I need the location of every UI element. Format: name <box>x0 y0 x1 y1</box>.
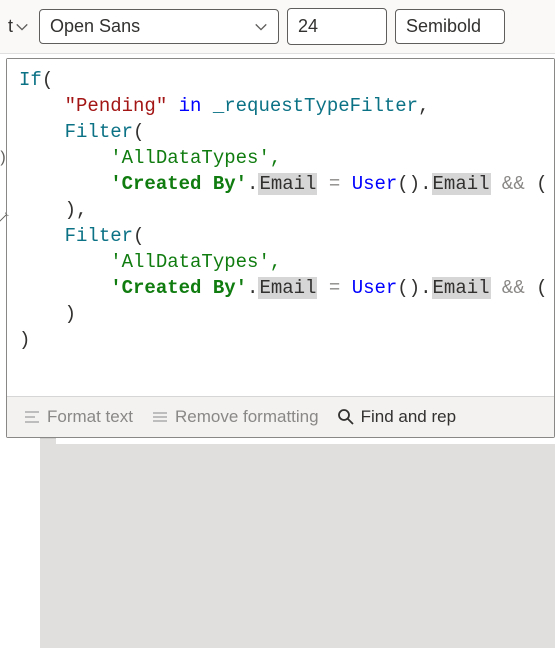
dot: . <box>420 173 431 195</box>
remove-formatting-label: Remove formatting <box>175 407 319 427</box>
operator-and: && <box>491 173 537 195</box>
comma: , <box>270 251 281 273</box>
open-paren: ( <box>133 225 144 247</box>
font-size-input[interactable] <box>287 8 387 45</box>
fn-user: User <box>352 277 398 299</box>
chevron-down-icon <box>15 20 29 34</box>
canvas-area[interactable] <box>40 438 555 648</box>
open-paren: ( <box>536 277 547 299</box>
dot: . <box>420 277 431 299</box>
string-pending: "Pending" <box>65 95 168 117</box>
operator-eq: = <box>317 277 351 299</box>
prop-email: Email <box>432 277 491 299</box>
find-replace-label: Find and rep <box>361 407 456 427</box>
open-paren: ( <box>42 69 53 91</box>
code-area[interactable]: If( "Pending" in _requestTypeFilter, Fil… <box>7 59 554 396</box>
open-paren: ( <box>133 121 144 143</box>
property-dropdown-fragment[interactable]: t <box>6 12 31 41</box>
font-weight-value: Semibold <box>406 16 481 37</box>
gutter-paren-icon: ) <box>0 128 9 188</box>
search-icon <box>337 408 355 426</box>
prop-email: Email <box>432 173 491 195</box>
remove-formatting-button[interactable]: Remove formatting <box>151 407 319 427</box>
table-alldatatypes: 'AllDataTypes' <box>110 147 270 169</box>
property-dropdown-label: t <box>8 16 13 37</box>
dot: . <box>247 277 258 299</box>
keyword-if: If <box>19 69 42 91</box>
fn-filter: Filter <box>65 121 133 143</box>
close-paren-comma: ), <box>65 199 88 221</box>
field-createdby: 'Created By' <box>110 173 247 195</box>
table-alldatatypes: 'AllDataTypes' <box>110 251 270 273</box>
format-text-button[interactable]: Format text <box>23 407 133 427</box>
operator-in: in <box>167 95 213 117</box>
prop-email: Email <box>258 173 317 195</box>
canvas-card-edge <box>56 438 555 444</box>
comma: , <box>418 95 429 117</box>
left-gutter: ) <box>0 128 9 248</box>
font-family-dropdown[interactable]: Open Sans <box>39 9 279 44</box>
find-replace-button[interactable]: Find and rep <box>337 407 456 427</box>
operator-eq: = <box>317 173 351 195</box>
format-text-label: Format text <box>47 407 133 427</box>
fn-filter: Filter <box>65 225 133 247</box>
font-family-value: Open Sans <box>50 16 140 37</box>
formula-editor[interactable]: If( "Pending" in _requestTypeFilter, Fil… <box>6 58 555 438</box>
operator-and: && <box>491 277 537 299</box>
dot: . <box>247 173 258 195</box>
call-parens: () <box>397 277 420 299</box>
editor-footer: Format text Remove formatting Find and r… <box>7 396 554 437</box>
fn-user: User <box>352 173 398 195</box>
comma: , <box>270 147 281 169</box>
field-createdby: 'Created By' <box>110 277 247 299</box>
close-paren: ) <box>19 329 30 351</box>
gutter-wand-icon <box>0 188 9 248</box>
var-requestTypeFilter: _requestTypeFilter <box>213 95 418 117</box>
formula-bar-toolbar: t Open Sans Semibold <box>0 0 555 54</box>
close-paren: ) <box>65 303 76 325</box>
remove-formatting-icon <box>151 408 169 426</box>
chevron-down-icon <box>254 20 268 34</box>
format-text-icon <box>23 408 41 426</box>
open-paren: ( <box>536 173 547 195</box>
prop-email: Email <box>258 277 317 299</box>
call-parens: () <box>397 173 420 195</box>
font-weight-dropdown[interactable]: Semibold <box>395 9 505 44</box>
